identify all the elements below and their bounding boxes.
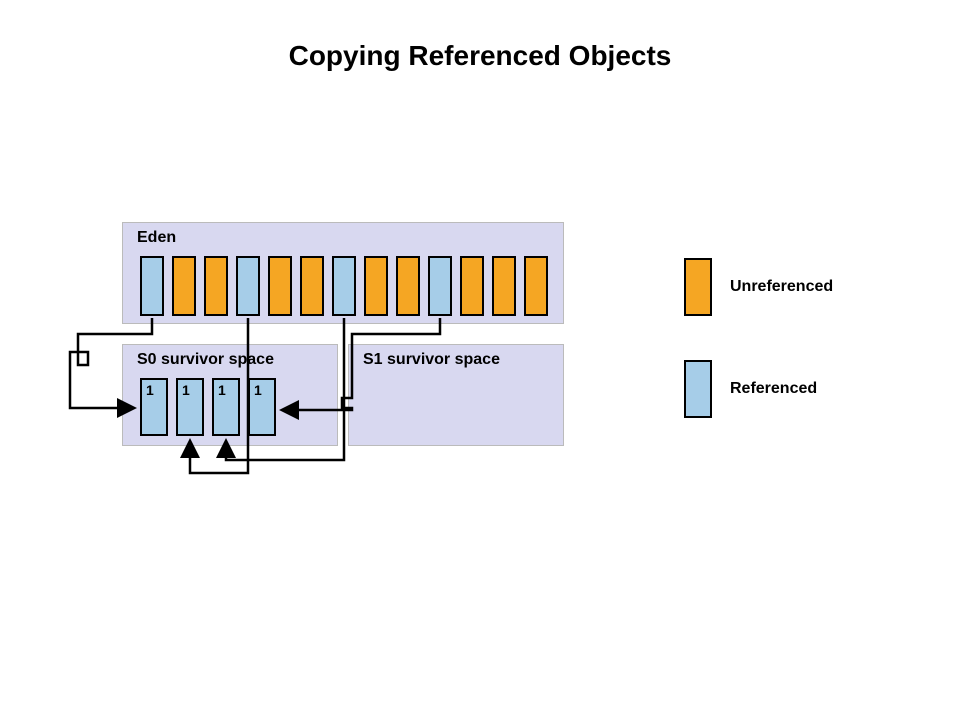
- s0-label: S0 survivor space: [137, 351, 274, 369]
- s0-block-3-value: 1: [254, 382, 262, 398]
- eden-block-5: [300, 256, 324, 316]
- legend-referenced-swatch: [684, 360, 712, 418]
- eden-block-4: [268, 256, 292, 316]
- eden-label: Eden: [137, 229, 176, 247]
- eden-block-12: [524, 256, 548, 316]
- diagram-title: Copying Referenced Objects: [0, 40, 960, 72]
- legend-referenced-label: Referenced: [730, 380, 817, 398]
- s0-block-0-value: 1: [146, 382, 154, 398]
- eden-block-7: [364, 256, 388, 316]
- s0-block-2-value: 1: [218, 382, 226, 398]
- s1-label: S1 survivor space: [363, 351, 500, 369]
- eden-block-1: [172, 256, 196, 316]
- eden-block-2: [204, 256, 228, 316]
- eden-block-3: [236, 256, 260, 316]
- eden-block-8: [396, 256, 420, 316]
- s0-block-0: 1: [140, 378, 168, 436]
- s0-block-2: 1: [212, 378, 240, 436]
- s0-block-1: 1: [176, 378, 204, 436]
- s1-panel: S1 survivor space: [348, 344, 564, 446]
- eden-block-0: [140, 256, 164, 316]
- eden-block-6: [332, 256, 356, 316]
- eden-block-10: [460, 256, 484, 316]
- legend-unreferenced-label: Unreferenced: [730, 278, 833, 296]
- s0-block-1-value: 1: [182, 382, 190, 398]
- s0-block-3: 1: [248, 378, 276, 436]
- eden-block-9: [428, 256, 452, 316]
- eden-block-11: [492, 256, 516, 316]
- legend-unreferenced-swatch: [684, 258, 712, 316]
